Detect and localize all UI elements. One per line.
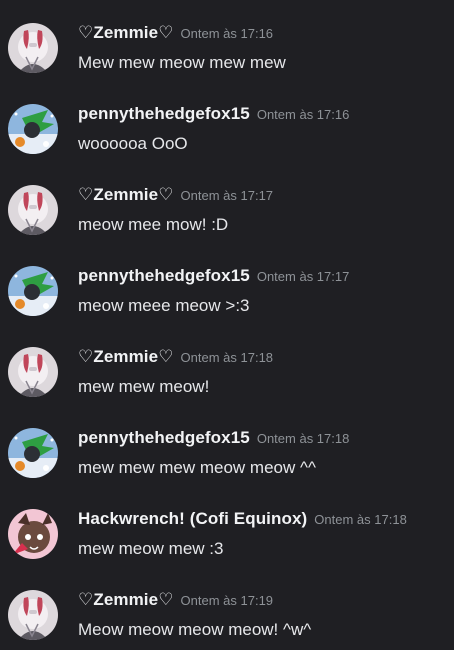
penny-avatar-icon[interactable]: [8, 104, 58, 154]
zemmie-avatar-icon[interactable]: [8, 590, 58, 640]
message-text: mew mew meow!: [78, 377, 210, 396]
message-author[interactable]: ♡Zemmie♡: [78, 347, 174, 366]
message-timestamp: Ontem às 17:17: [180, 188, 274, 203]
message-author[interactable]: pennythehedgefox15: [78, 104, 250, 123]
zemmie-avatar-icon[interactable]: [8, 185, 58, 235]
message-text: meow mee mow! :D: [78, 215, 229, 234]
zemmie-avatar-icon[interactable]: [8, 347, 58, 397]
message-item[interactable]: ♡Zemmie♡ Ontem às 17:16 Mew mew meow mew …: [0, 13, 454, 83]
message-item[interactable]: ♡Zemmie♡ Ontem às 17:17 meow mee mow! :D: [0, 175, 454, 245]
message-text: woooooa OoO: [78, 134, 188, 153]
message-item[interactable]: pennythehedgefox15 Ontem às 17:18 mew mew…: [0, 418, 454, 488]
message-text: mew meow mew :3: [78, 539, 224, 558]
message-author[interactable]: pennythehedgefox15: [78, 266, 250, 285]
zemmie-avatar-icon[interactable]: [8, 23, 58, 73]
message-timestamp: Ontem às 17:16: [180, 26, 274, 41]
message-text: mew mew mew meow meow ^^: [78, 458, 316, 477]
penny-avatar-icon[interactable]: [8, 266, 58, 316]
message-text: Meow meow meow meow! ^w^: [78, 620, 312, 639]
message-text: meow meee meow >:3: [78, 296, 250, 315]
message-item[interactable]: pennythehedgefox15 Ontem às 17:17 meow me…: [0, 256, 454, 326]
message-timestamp: Ontem às 17:18: [314, 512, 407, 527]
message-timestamp: Ontem às 17:17: [256, 269, 350, 284]
message-timestamp: Ontem às 17:19: [180, 593, 274, 608]
penny-avatar-icon[interactable]: [8, 428, 58, 478]
message-timestamp: Ontem às 17:18: [180, 350, 274, 365]
message-timestamp: Ontem às 17:18: [256, 431, 350, 446]
message-author[interactable]: ♡Zemmie♡: [78, 185, 174, 204]
message-author[interactable]: Hackwrench! (Cofi Equinox): [78, 509, 307, 528]
message-author[interactable]: ♡Zemmie♡: [78, 23, 174, 42]
message-text: Mew mew meow mew mew: [78, 53, 286, 72]
message-item[interactable]: ♡Zemmie♡ Ontem às 17:19 Meow meow meow me…: [0, 580, 454, 650]
message-item[interactable]: ♡Zemmie♡ Ontem às 17:18 mew mew meow!: [0, 337, 454, 407]
message-author[interactable]: pennythehedgefox15: [78, 428, 250, 447]
chat-messages: ♡Zemmie♡ Ontem às 17:16 Mew mew meow mew …: [0, 0, 454, 649]
message-item[interactable]: Hackwrench! (Cofi Equinox) Ontem às 17:18…: [0, 499, 454, 569]
message-item[interactable]: pennythehedgefox15 Ontem às 17:16 woooooa…: [0, 94, 454, 164]
message-timestamp: Ontem às 17:16: [256, 107, 350, 122]
hackwrench-avatar-icon[interactable]: [8, 509, 58, 559]
message-author[interactable]: ♡Zemmie♡: [78, 590, 174, 609]
